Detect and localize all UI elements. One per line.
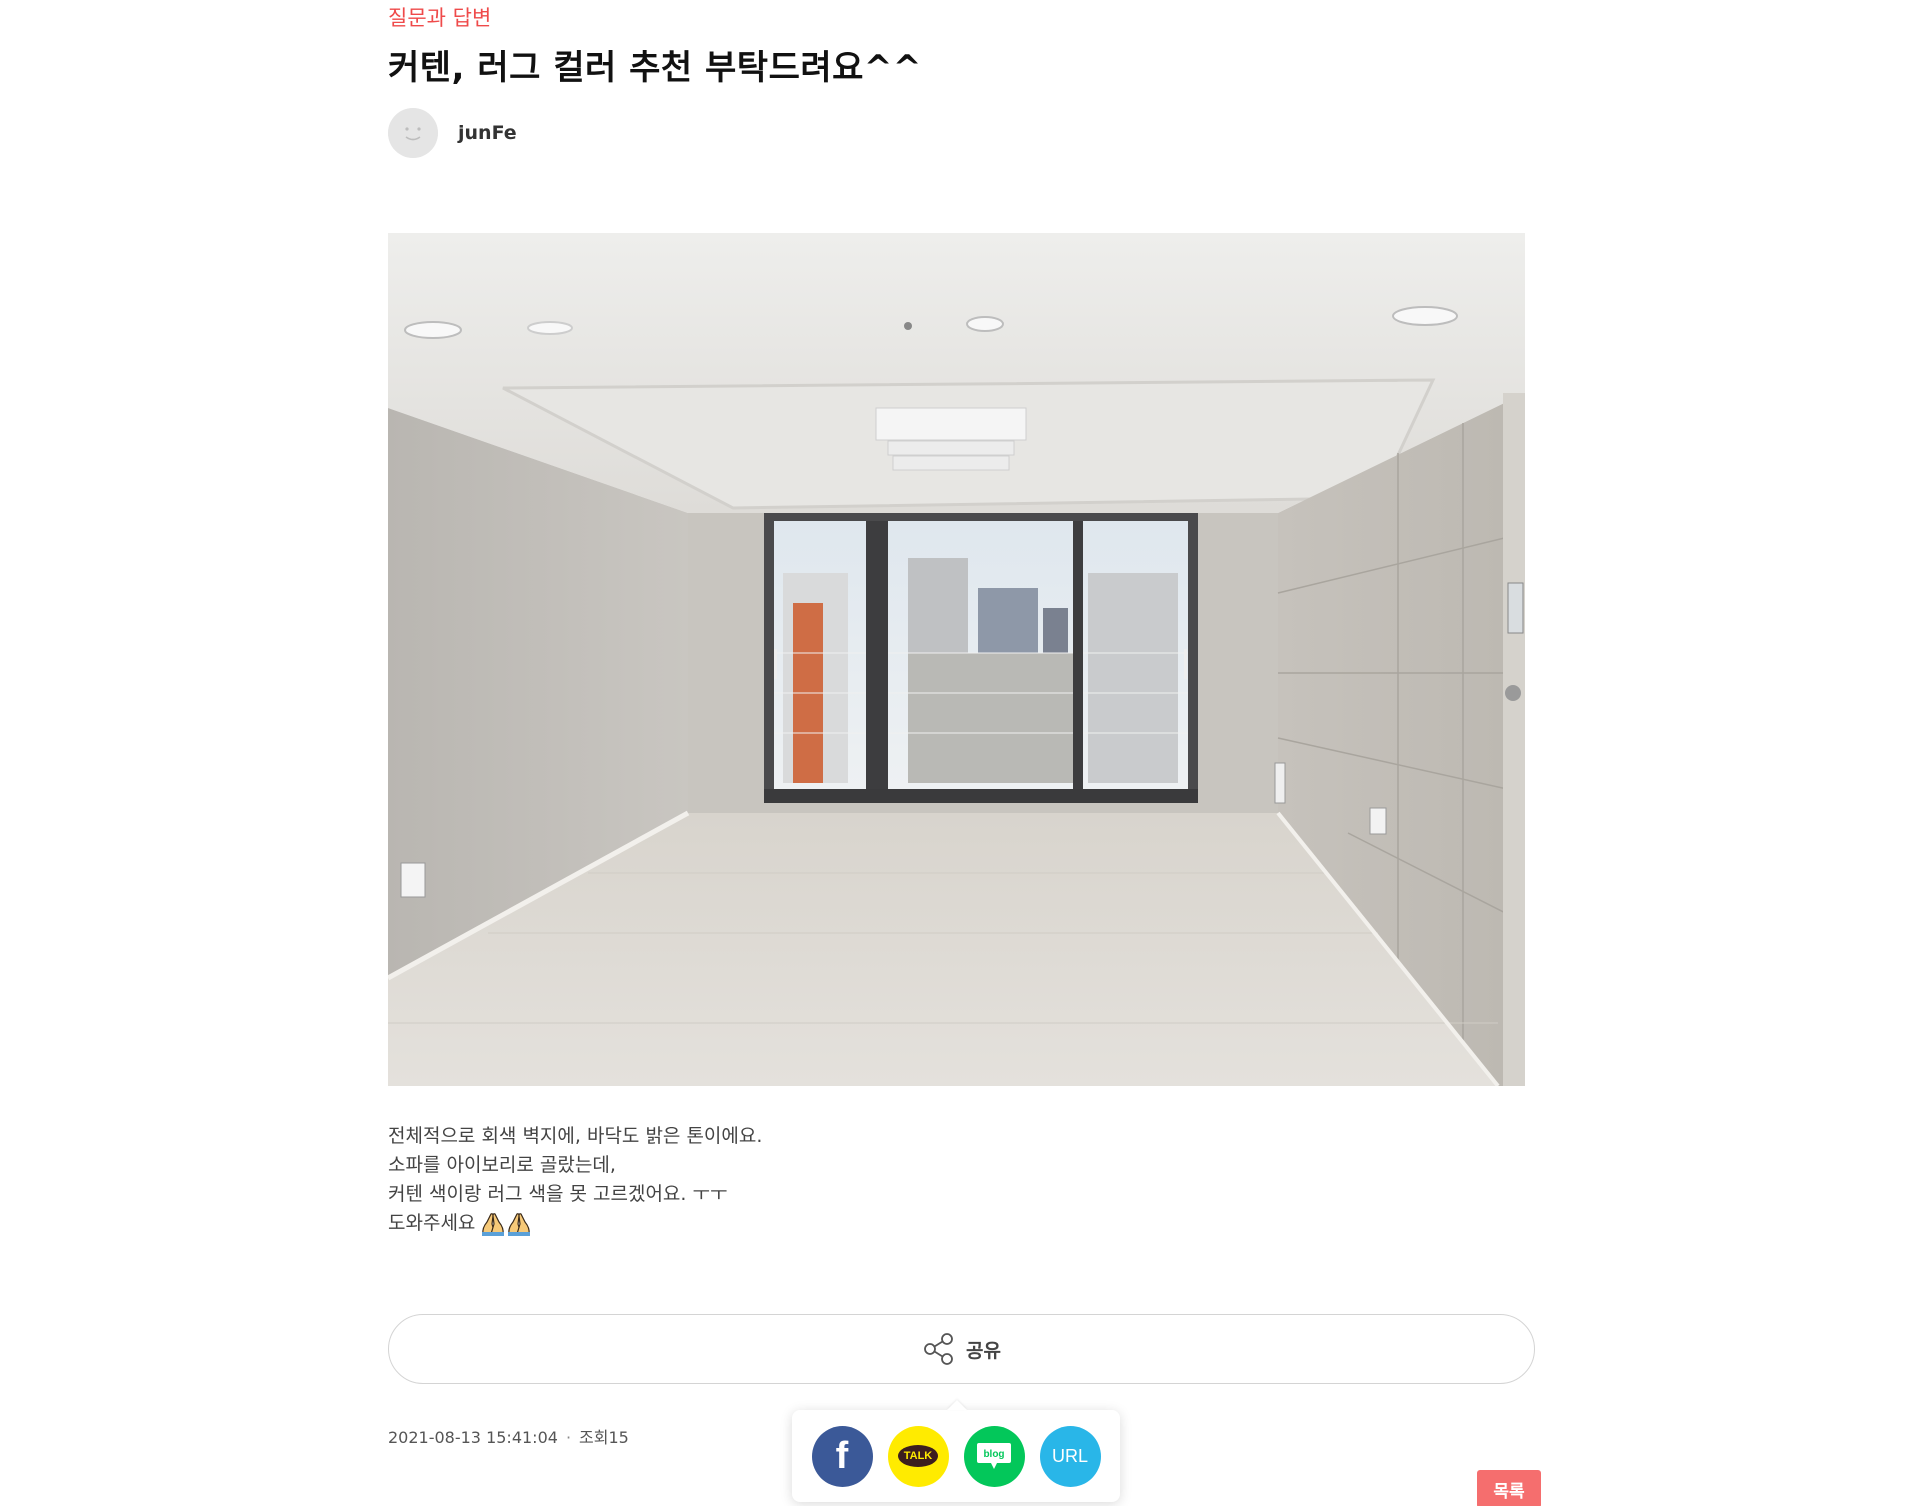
content-line-with-emoji: 도와주세요 (388, 1209, 762, 1238)
list-button[interactable]: 목록 (1477, 1470, 1541, 1506)
avatar[interactable] (388, 108, 438, 158)
content-line: 커텐 색이랑 러그 색을 못 고르겠어요. ㅜㅜ (388, 1183, 728, 1205)
pray-hands-icon (482, 1212, 531, 1236)
share-icon (924, 1333, 953, 1365)
category-link[interactable]: 질문과 답변 (388, 2, 491, 32)
room-photo (388, 233, 1525, 1086)
content-line: 도와주세요 (388, 1212, 476, 1234)
url-copy-button[interactable]: URL (1039, 1425, 1101, 1487)
author-info[interactable]: junFe (388, 108, 517, 158)
post-page: 질문과 답변 커텐, 러그 컬러 추천 부탁드려요^^ junFe 전체적으로 … (0, 0, 1905, 1506)
blog-share-button[interactable]: blog (963, 1425, 1025, 1487)
blog-icon-text: blog (983, 1449, 1004, 1460)
blog-icon: blog (977, 1443, 1011, 1469)
post-title: 커텐, 러그 컬러 추천 부탁드려요^^ (388, 48, 922, 88)
author-name[interactable]: junFe (458, 122, 517, 144)
kakaotalk-share-button[interactable]: TALK (887, 1425, 949, 1487)
url-label: URL (1051, 1445, 1088, 1466)
post-content: 전체적으로 회색 벽지에, 바닥도 밝은 톤이에요. 소파를 아이보리로 골랐는… (388, 1122, 762, 1238)
post-meta: 2021-08-13 15:41:04 · 조회15 (388, 1424, 629, 1448)
facebook-share-button[interactable]: f (811, 1425, 873, 1487)
share-popup: f TALK blog URL (792, 1410, 1120, 1502)
content-line: 전체적으로 회색 벽지에, 바닥도 밝은 톤이에요. (388, 1125, 763, 1147)
meta-separator: · (565, 1428, 572, 1447)
post-datetime: 2021-08-13 15:41:04 (388, 1428, 558, 1447)
kakaotalk-icon: TALK (897, 1445, 939, 1467)
share-button[interactable]: 공유 (388, 1314, 1535, 1384)
view-count: 조회15 (579, 1428, 629, 1447)
share-label: 공유 (966, 1339, 1001, 1362)
content-line: 소파를 아이보리로 골랐는데, (388, 1154, 616, 1176)
facebook-icon: f (835, 1434, 849, 1477)
